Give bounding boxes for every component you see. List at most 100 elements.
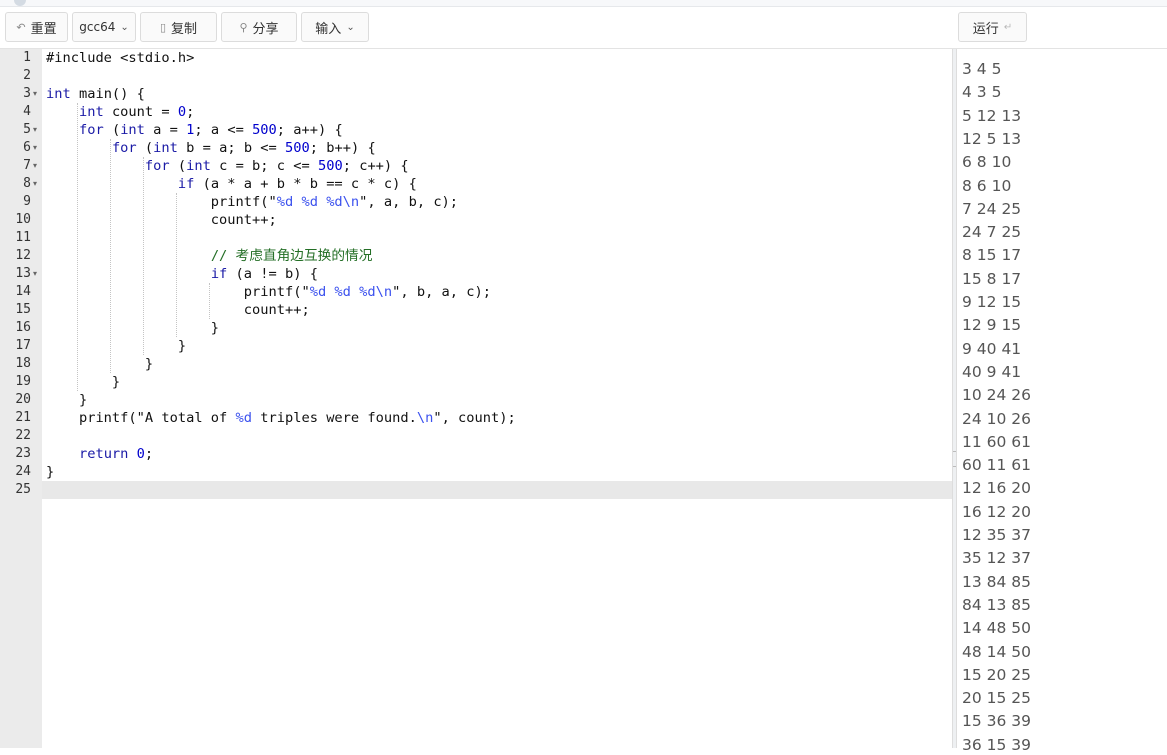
code-text: for (int a = 1; a <= 500; a++) { [78,122,343,138]
indent-guide [175,193,177,337]
indent-guide [109,139,111,373]
output-line: 16 12 20 [962,502,1032,521]
line-number: 23 [15,446,31,461]
reset-button[interactable]: ↶ 重置 [5,12,68,42]
output-panel: 3 4 5 4 3 5 5 12 13 12 5 13 6 8 10 8 6 10 7 24… [957,49,1167,754]
code-line[interactable]: 19 } [0,373,952,391]
output-line: 40 9 41 [962,362,1022,381]
code-text: printf("%d %d %d\n", a, b, c); [46,194,459,210]
code-text: // 考虑直角边互换的情况 [210,248,373,264]
line-number: 7 [23,158,31,173]
code-text: count++; [46,302,310,318]
line-number: 5 [23,122,31,137]
line-number: 24 [15,464,31,479]
output-line: 24 7 25 [962,223,1022,242]
line-number: 14 [15,284,31,299]
copy-button[interactable]: ▯ 复制 [140,12,217,42]
code-line[interactable]: 22 [0,427,952,445]
code-line[interactable]: 23 return 0; [0,445,952,463]
output-line: 15 8 17 [962,269,1022,288]
code-text: } [46,356,154,372]
line-number: 19 [15,374,31,389]
line-number: 6 [23,140,31,155]
code-line[interactable]: 5 ▾ for (int a = 1; a <= 500; a++) { [0,121,952,139]
output-line: 12 16 20 [962,479,1032,498]
output-line: 13 84 85 [962,572,1032,591]
output-line: 3 4 5 [962,60,1002,78]
code-text: #include <stdio.h> [46,50,195,66]
code-line[interactable]: 6 ▾ for (int b = a; b <= 500; b++) { [0,139,952,157]
compiler-select[interactable]: gcc64 ⌄ [72,12,136,42]
output-line: 12 5 13 [962,129,1022,148]
code-text: count++; [46,212,277,228]
line-number: 2 [23,68,31,83]
code-line[interactable]: 20 } [0,391,952,409]
chevron-down-icon: ⌄ [346,21,355,33]
line-number: 11 [15,230,31,245]
link-icon: ⚲ [239,20,248,34]
code-line[interactable]: 4 int count = 0; [0,103,952,121]
line-number: 22 [15,428,31,443]
fold-toggle-icon[interactable]: ▾ [33,175,37,193]
line-number: 10 [15,212,31,227]
input-button[interactable]: 输入 ⌄ [301,12,369,42]
output-line: 48 14 50 [962,642,1032,661]
indent-guide [142,157,144,355]
share-label: 分享 [252,21,279,37]
code-text: return 0; [78,446,154,462]
code-text: } [46,464,55,480]
code-text: if (a != b) { [210,266,318,282]
line-number: 1 [23,50,31,65]
run-label: 运行 [972,21,999,37]
line-number: 15 [15,302,31,317]
code-line[interactable]: 25 [0,481,952,499]
line-number: 16 [15,320,31,335]
code-line[interactable]: 21 printf("A total of %d triples were fo… [0,409,952,427]
line-number: 13 [15,266,31,281]
output-line: 8 6 10 [962,176,1012,195]
code-line[interactable]: 18 } [0,355,952,373]
fold-toggle-icon[interactable]: ▾ [33,157,37,175]
line-number: 17 [15,338,31,353]
code-text: for (int c = b; c <= 500; c++) { [144,158,409,174]
fold-toggle-icon[interactable]: ▾ [33,265,37,283]
output-line: 4 3 5 [962,83,1002,102]
output-line: 7 24 25 [962,199,1022,218]
code-text: printf("A total of %d triples were found… [46,410,516,426]
toolbar: ↶ 重置 gcc64 ⌄ ▯ 复制 ⚲ 分享 输入 ⌄ 运行 ↵ [0,7,1167,49]
output-line: 5 12 13 [962,106,1022,125]
indent-guide [76,103,78,391]
fold-toggle-icon[interactable]: ▾ [33,85,37,103]
run-button[interactable]: 运行 ↵ [958,12,1027,42]
code-text: } [46,320,220,336]
code-text: int count = 0; [78,104,195,120]
code-line[interactable]: 24} [0,463,952,481]
output-line: 9 40 41 [962,339,1022,358]
splitter-grip-icon [953,451,956,467]
code-line[interactable]: 2 [0,67,952,85]
copy-label: 复制 [171,21,198,37]
output-line: 60 11 61 [962,456,1032,475]
code-line[interactable]: 1 #include <stdio.h> [0,49,952,67]
code-text: printf("%d %d %d\n", b, a, c); [46,284,491,300]
code-line[interactable]: 3 ▾ int main() { [0,85,952,103]
output-line: 10 24 26 [962,386,1032,405]
output-line: 9 12 15 [962,293,1022,311]
fold-toggle-icon[interactable]: ▾ [33,121,37,139]
return-key-icon: ↵ [1003,21,1013,33]
output-line: 15 36 39 [962,712,1032,731]
output-line: 12 9 15 [962,316,1022,335]
copy-icon: ▯ [159,20,167,34]
line-number: 12 [15,248,31,263]
line-number: 3 [23,86,31,101]
logo-icon [14,0,26,6]
line-number: 9 [23,194,31,209]
output-line: 15 20 25 [962,665,1032,684]
output-line: 20 15 25 [962,689,1032,708]
share-button[interactable]: ⚲ 分享 [221,12,297,42]
fold-toggle-icon[interactable]: ▾ [33,139,37,157]
line-number: 21 [15,410,31,425]
code-text: for (int b = a; b <= 500; b++) { [111,140,376,156]
code-editor[interactable]: 1 #include <stdio.h> 2 3 ▾ int main() {4 int … [0,49,952,748]
window-top-strip [0,0,1167,7]
